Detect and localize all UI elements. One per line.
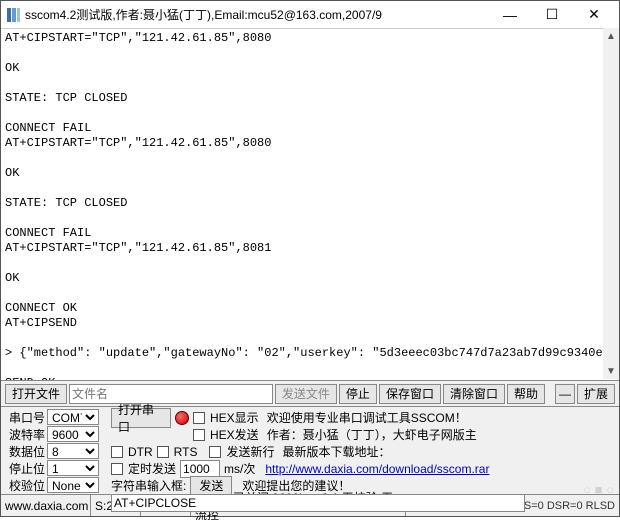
dtr-checkbox[interactable] bbox=[111, 446, 123, 458]
port-label: 串口号 bbox=[5, 409, 45, 426]
status-site[interactable]: www.daxia.com bbox=[1, 495, 91, 516]
baud-label: 波特率 bbox=[5, 426, 45, 443]
send-button[interactable]: 发送 bbox=[190, 476, 232, 496]
download-link[interactable]: http://www.daxia.com/download/sscom.rar bbox=[265, 462, 489, 476]
welcome-text: 欢迎使用专业串口调试工具SSCOM！ bbox=[267, 409, 467, 426]
dtr-label: DTR bbox=[128, 445, 153, 459]
timed-send-label: 定时发送 bbox=[128, 460, 176, 477]
rts-checkbox[interactable] bbox=[157, 446, 169, 458]
scroll-down-icon[interactable]: ▼ bbox=[603, 363, 619, 379]
maximize-button[interactable]: ☐ bbox=[531, 2, 573, 28]
hex-send-label: HEX发送 bbox=[210, 426, 259, 443]
minimize-button[interactable]: — bbox=[489, 2, 531, 28]
window-title: sscom4.2测试版,作者:聂小猛(丁丁),Email:mcu52@163.c… bbox=[25, 6, 489, 23]
stopbits-select[interactable]: 1 bbox=[47, 460, 99, 476]
timed-send-checkbox[interactable] bbox=[111, 463, 123, 475]
hex-send-checkbox[interactable] bbox=[193, 429, 205, 441]
input-prefix-label: 字符串输入框: bbox=[111, 477, 186, 494]
hex-show-checkbox[interactable] bbox=[193, 412, 205, 424]
port-select[interactable]: COM7 bbox=[47, 409, 99, 425]
parity-select[interactable]: None bbox=[47, 477, 99, 493]
port-status-icon bbox=[175, 411, 189, 425]
databits-select[interactable]: 8 bbox=[47, 443, 99, 459]
terminal-output[interactable]: AT+CIPSTART="TCP","121.42.61.85",8080 OK… bbox=[1, 29, 619, 380]
save-window-button[interactable]: 保存窗口 bbox=[379, 384, 441, 404]
hex-show-label: HEX显示 bbox=[210, 409, 259, 426]
parity-label: 校验位 bbox=[5, 477, 45, 494]
scrollbar[interactable]: ▲ ▼ bbox=[603, 28, 619, 379]
stop-button[interactable]: 停止 bbox=[339, 384, 377, 404]
file-toolbar: 打开文件 发送文件 停止 保存窗口 清除窗口 帮助 — 扩展 bbox=[1, 380, 619, 406]
app-window: sscom4.2测试版,作者:聂小猛(丁丁),Email:mcu52@163.c… bbox=[0, 0, 620, 517]
scroll-up-icon[interactable]: ▲ bbox=[603, 28, 619, 44]
window-controls: — ☐ ✕ bbox=[489, 2, 615, 28]
send-file-button[interactable]: 发送文件 bbox=[275, 384, 337, 404]
stopbits-label: 停止位 bbox=[5, 460, 45, 477]
baud-select[interactable]: 9600 bbox=[47, 426, 99, 442]
rts-label: RTS bbox=[174, 445, 198, 459]
open-file-button[interactable]: 打开文件 bbox=[5, 384, 67, 404]
open-port-button[interactable]: 打开串口 bbox=[111, 408, 171, 428]
settings-panel: 串口号 COM7 波特率 9600 数据位 8 停止位 1 校验位 None 流… bbox=[1, 406, 619, 494]
action-panel: 打开串口 HEX显示 欢迎使用专业串口调试工具SSCOM！ HEX发送 作者：聂… bbox=[111, 409, 615, 511]
filename-input[interactable] bbox=[69, 384, 273, 404]
send-text-input[interactable] bbox=[111, 494, 525, 512]
dash-button[interactable]: — bbox=[555, 384, 575, 404]
download-label: 最新版本下载地址： bbox=[282, 443, 390, 460]
send-newline-label: 发送新行 bbox=[226, 443, 274, 460]
expand-button[interactable]: 扩展 bbox=[577, 384, 615, 404]
interval-unit: ms/次 bbox=[224, 460, 255, 477]
help-button[interactable]: 帮助 bbox=[507, 384, 545, 404]
author-text: 作者：聂小猛（丁丁），大虾电子网版主 bbox=[267, 426, 477, 443]
suggest-text: 欢迎提出您的建议！ bbox=[242, 477, 350, 494]
clear-window-button[interactable]: 清除窗口 bbox=[443, 384, 505, 404]
databits-label: 数据位 bbox=[5, 443, 45, 460]
close-button[interactable]: ✕ bbox=[573, 2, 615, 28]
send-newline-checkbox[interactable] bbox=[209, 446, 221, 458]
titlebar: sscom4.2测试版,作者:聂小猛(丁丁),Email:mcu52@163.c… bbox=[1, 1, 619, 29]
app-icon bbox=[5, 7, 21, 23]
scroll-track[interactable] bbox=[603, 44, 619, 363]
